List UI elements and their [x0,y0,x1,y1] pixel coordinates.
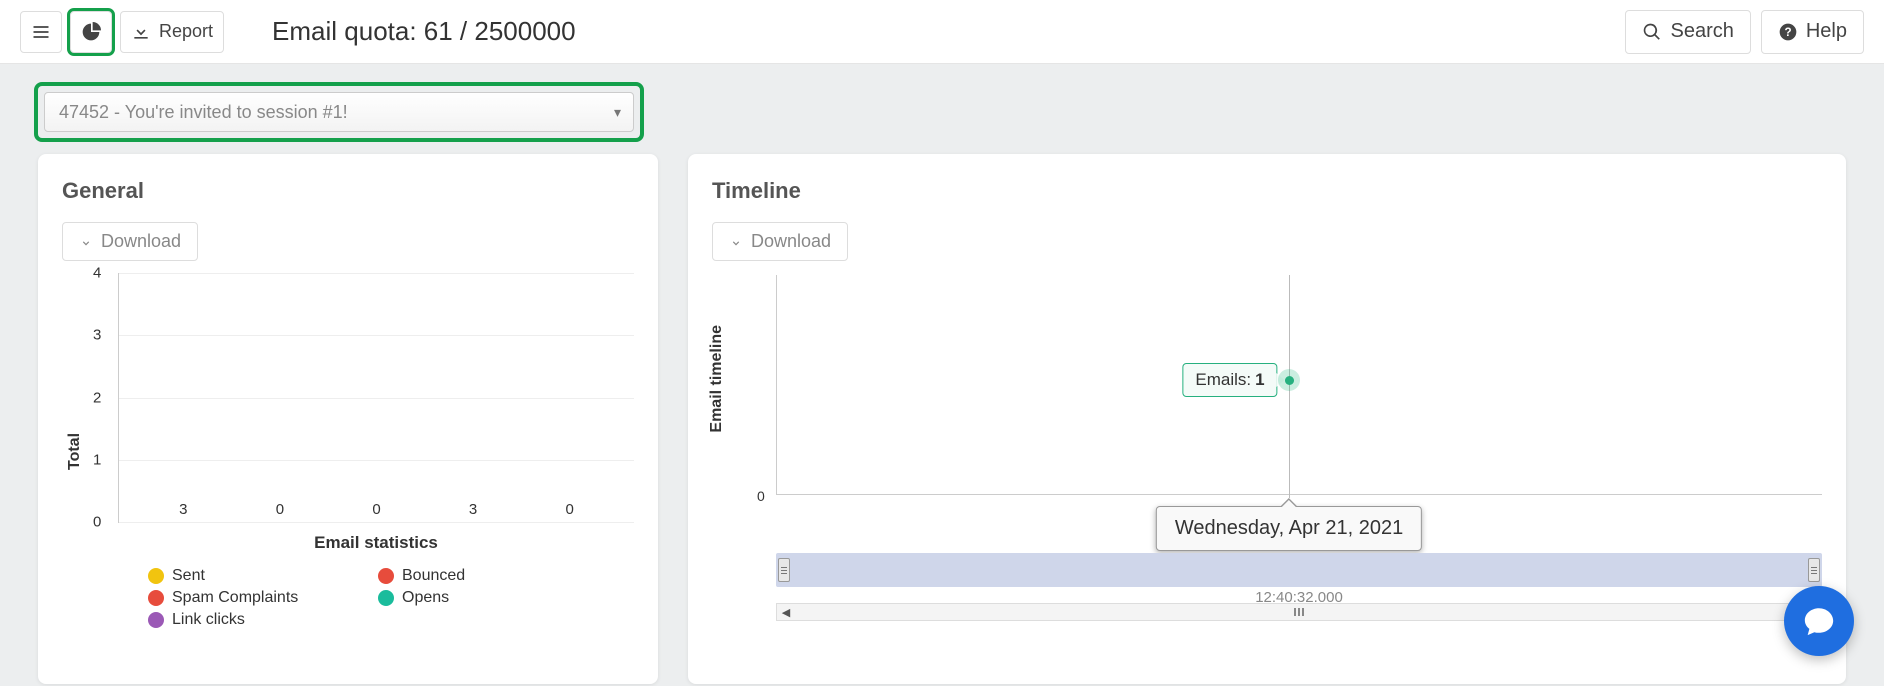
timeline-ylabel: Email timeline [708,325,726,433]
help-button[interactable]: ? Help [1761,10,1864,54]
search-label: Search [1670,20,1733,43]
bar-value-label: 3 [469,501,477,518]
timeline-download-label: Download [751,231,831,252]
bar-chart-ylabel: Total [62,273,88,629]
bar-value-label: 3 [179,501,187,518]
legend-swatch [378,568,394,584]
timeline-tooltip: Wednesday, Apr 21, 2021 [1156,506,1422,551]
report-button[interactable]: Report [120,11,224,53]
ytick: 4 [93,265,101,282]
bar-sent: 3 [155,501,211,522]
campaign-select[interactable]: 47452 - You're invited to session #1! [44,92,634,132]
legend-item-spam-complaints[interactable]: Spam Complaints [148,589,328,607]
legend-swatch [148,612,164,628]
help-label: Help [1806,20,1847,43]
report-label: Report [159,21,213,42]
timeline-tooltip-date: Wednesday, Apr 21, 2021 [1175,517,1403,539]
timeline-plot: 0 Emails: 1 Wednesday, Apr 21, 2021 [776,275,1822,495]
bar-value-label: 0 [276,501,284,518]
help-icon: ? [1778,22,1798,42]
timeline-navigator: 12:40:32.000 ◀ ▶ [776,553,1822,621]
topbar: Report Email quota: 61 / 2500000 Search … [0,0,1884,64]
timeline-download-button[interactable]: Download [712,222,848,261]
legend-label: Spam Complaints [172,589,298,607]
legend-swatch [148,568,164,584]
general-panel: General Download Total 0 1 2 3 4 3 0 0 3 0 Email … [38,154,658,684]
bar-chart: Total 0123430030 Email statistics SentBo… [62,273,634,629]
bar-bounced: 0 [252,501,308,522]
bar-chart-plot: 0123430030 [118,273,634,523]
dropdown-row: 47452 - You're invited to session #1! [0,64,1884,154]
timeline-chart: Email timeline 0 Emails: 1 Wednesday, Ap… [712,275,1822,621]
menu-button[interactable] [20,11,62,53]
legend-label: Sent [172,567,205,585]
bar-chart-legend: Sent Bounced Spam Complaints Opens Link clic… [148,567,568,629]
legend-item-opens[interactable]: Opens [378,589,558,607]
search-icon [1642,22,1662,42]
download-icon [131,22,151,42]
legend-item-link-clicks[interactable]: Link clicks [148,611,328,629]
general-download-button[interactable]: Download [62,222,198,261]
download-arrow-icon [79,235,93,249]
general-title: General [62,178,634,204]
timeline-title: Timeline [712,178,1822,204]
bar-opens: 3 [445,501,501,522]
timeline-scrub-handle-right[interactable] [1808,558,1820,582]
timeline-scrub-handle-left[interactable] [778,558,790,582]
ytick: 1 [93,451,101,468]
legend-item-sent[interactable]: Sent [148,567,328,585]
campaign-select-value: 47452 - You're invited to session #1! [59,102,348,123]
scrollbar-thumb[interactable] [1279,606,1319,618]
download-arrow-icon [729,235,743,249]
bar-value-label: 0 [372,501,380,518]
svg-text:?: ? [1784,26,1791,39]
scrollbar-track[interactable] [795,604,1803,620]
stats-button[interactable] [70,11,112,53]
chat-fab[interactable] [1784,586,1854,656]
scrollbar-left-arrow[interactable]: ◀ [777,604,795,620]
legend-label: Bounced [402,567,465,585]
email-quota-text: Email quota: 61 / 2500000 [272,16,576,47]
campaign-select-highlight: 47452 - You're invited to session #1! [38,86,640,138]
bar-value-label: 0 [566,501,574,518]
timeline-data-point[interactable] [1278,369,1300,391]
ytick: 3 [93,327,101,344]
bars-container: 3 0 0 3 0 [119,273,634,522]
ytick: 2 [93,389,101,406]
bar-link-clicks: 0 [542,501,598,522]
chat-icon [1802,604,1836,638]
topbar-right: Search ? Help [1625,10,1864,54]
pie-chart-icon [81,22,101,42]
grid-line [119,522,634,523]
legend-swatch [378,590,394,606]
timeline-ytick-0: 0 [757,488,765,504]
timeline-panel: Timeline Download Email timeline 0 Email… [688,154,1846,684]
legend-label: Opens [402,589,449,607]
general-download-label: Download [101,231,181,252]
hamburger-icon [31,22,51,42]
timeline-data-point-dot [1285,376,1294,385]
ytick: 0 [93,514,101,531]
legend-swatch [148,590,164,606]
bar-chart-xlabel: Email statistics [118,533,634,553]
timeline-emails-badge: Emails: 1 [1182,363,1277,397]
legend-label: Link clicks [172,611,245,629]
legend-item-bounced[interactable]: Bounced [378,567,558,585]
timeline-scrollbar[interactable]: ◀ ▶ [776,603,1822,621]
timeline-scrub-track[interactable]: 12:40:32.000 [776,553,1822,587]
timeline-emails-value: 1 [1255,370,1264,390]
bar-spam-complaints: 0 [348,501,404,522]
timeline-emails-label: Emails: [1195,370,1251,390]
search-button[interactable]: Search [1625,10,1750,54]
